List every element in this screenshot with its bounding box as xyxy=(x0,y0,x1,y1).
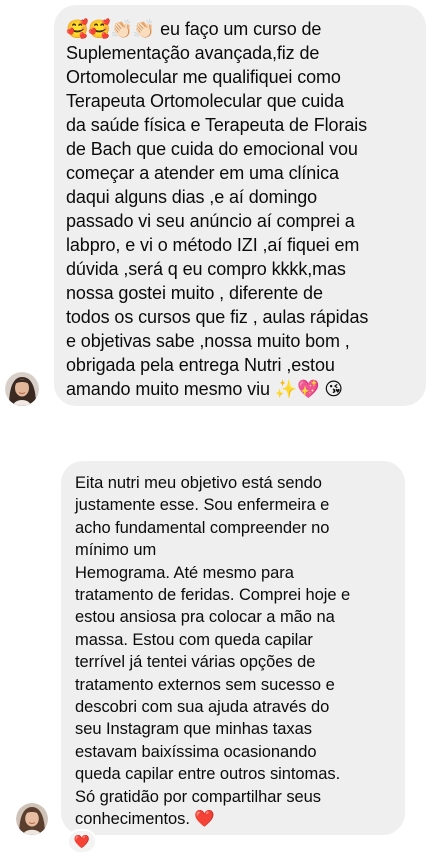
message-bubble[interactable]: 🥰🥰👏🏻👏🏻 eu faço um curso de Suplementação… xyxy=(54,5,426,406)
avatar[interactable] xyxy=(16,803,48,835)
message-text: Eita nutri meu objetivo está sendo justa… xyxy=(75,474,351,829)
reaction-badge[interactable]: ❤️ xyxy=(67,829,97,854)
avatar-photo-icon xyxy=(5,372,39,406)
message-text: 🥰🥰👏🏻👏🏻 eu faço um curso de Suplementação… xyxy=(66,19,369,399)
heart-icon: ❤️ xyxy=(73,834,91,849)
avatar-photo-icon xyxy=(16,803,48,835)
message-bubble[interactable]: Eita nutri meu objetivo está sendo justa… xyxy=(61,461,405,835)
avatar[interactable] xyxy=(5,372,39,406)
